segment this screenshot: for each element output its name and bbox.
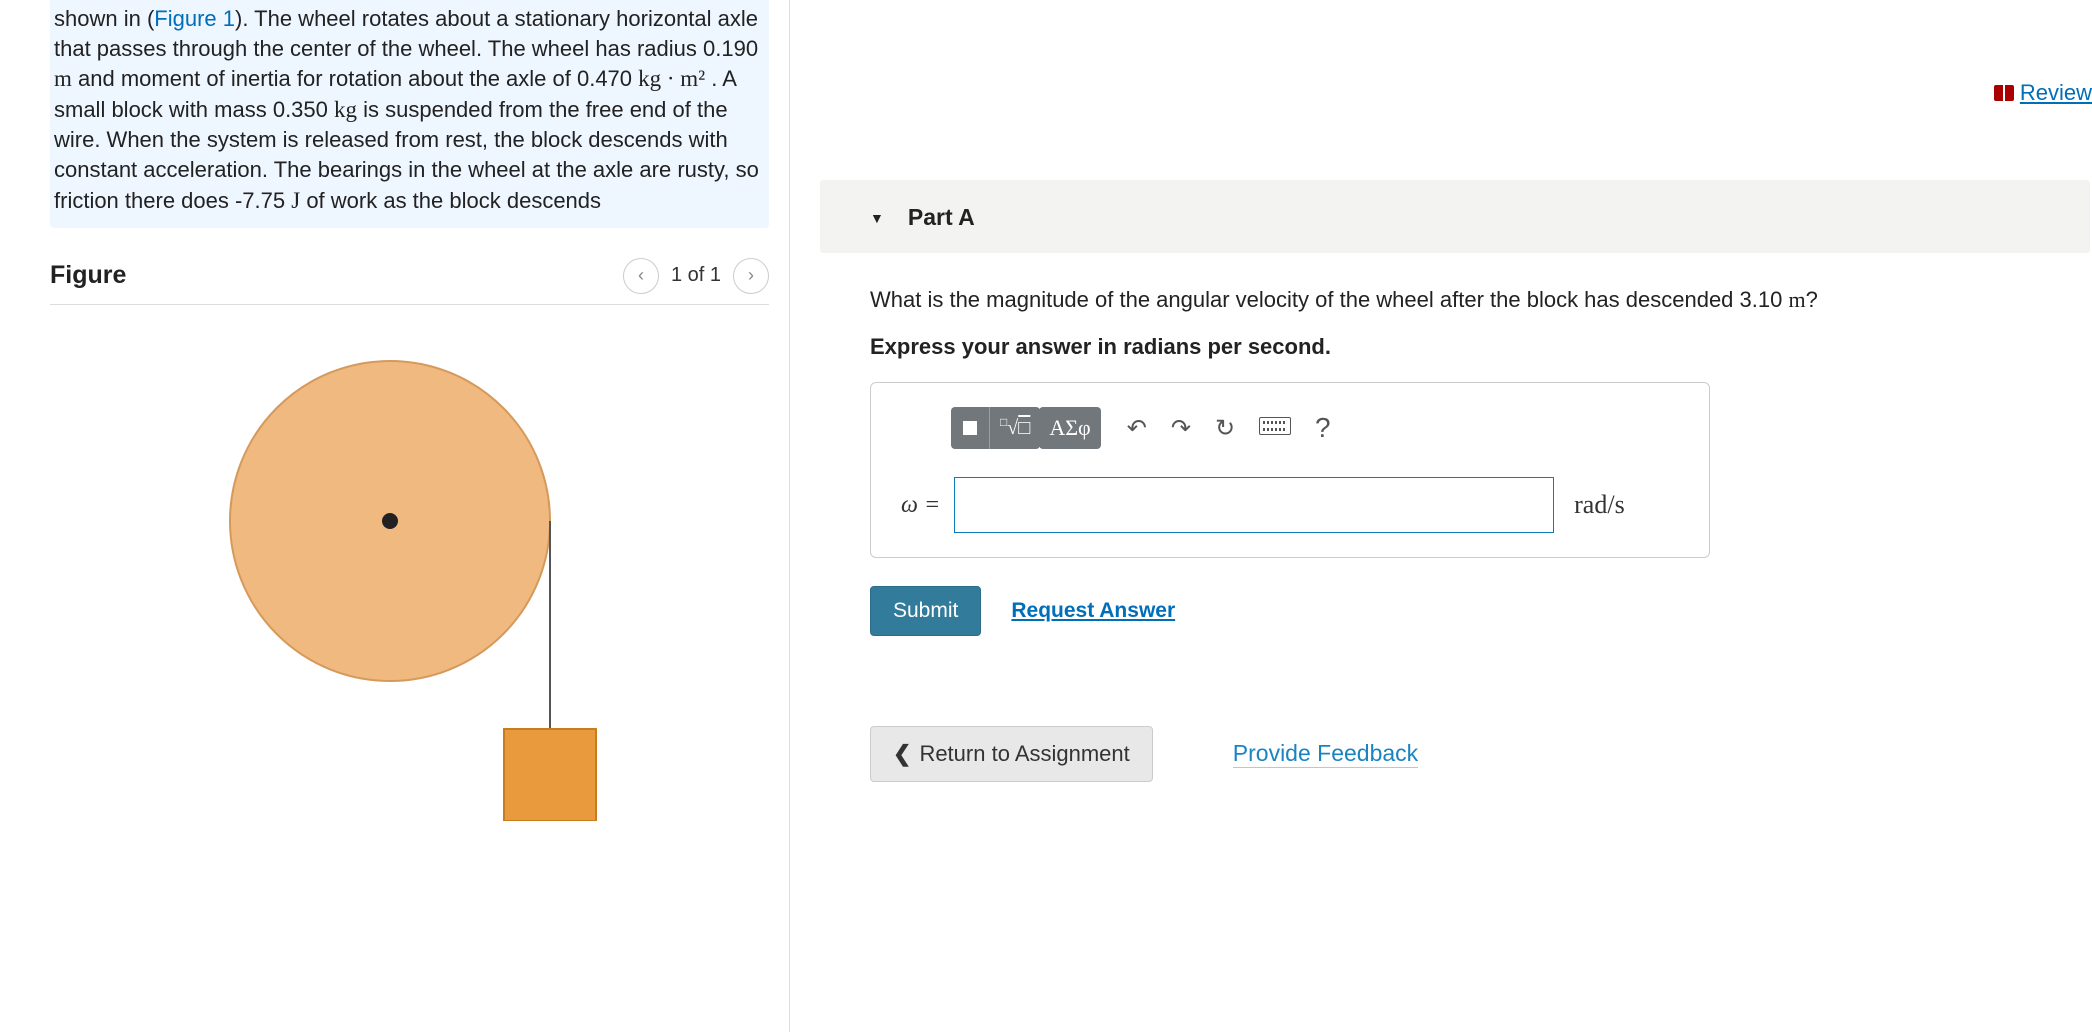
figure-header: Figure ‹ 1 of 1 ›: [50, 228, 769, 305]
keyboard-icon[interactable]: [1259, 414, 1291, 442]
chevron-down-icon: ▼: [870, 210, 884, 226]
part-title: Part A: [908, 204, 975, 231]
part-body: What is the magnitude of the angular vel…: [820, 253, 2090, 782]
help-icon[interactable]: ?: [1315, 412, 1331, 444]
return-label: Return to Assignment: [919, 741, 1129, 767]
answer-row: ω = rad/s: [901, 477, 1679, 533]
left-panel: shown in (Figure 1). The wheel rotates a…: [0, 0, 790, 1032]
part-header[interactable]: ▼ Part A: [820, 180, 2090, 253]
return-to-assignment-button[interactable]: ❮ Return to Assignment: [870, 726, 1153, 782]
review-label: Review: [2020, 80, 2092, 106]
reset-icon[interactable]: ↻: [1215, 414, 1235, 443]
book-icon: [1994, 85, 2014, 101]
figure-next-button[interactable]: ›: [733, 258, 769, 294]
part-a: ▼ Part A What is the magnitude of the an…: [820, 180, 2090, 782]
problem-intro: shown in (Figure 1). The wheel rotates a…: [50, 0, 769, 228]
template-box-button[interactable]: [951, 407, 990, 449]
chevron-left-icon: ❮: [893, 741, 911, 767]
question-text: What is the magnitude of the angular vel…: [870, 283, 2060, 316]
toolbar-greek-group: ΑΣφ: [1039, 407, 1100, 449]
wheel-figure: [200, 341, 620, 821]
answer-toolbar: □√□ ΑΣφ ↶ ↷ ↻ ?: [951, 407, 1679, 449]
figure-prev-button[interactable]: ‹: [623, 258, 659, 294]
answer-input[interactable]: [954, 477, 1554, 533]
answer-box: □√□ ΑΣφ ↶ ↷ ↻ ? ω =: [870, 382, 1710, 558]
request-answer-link[interactable]: Request Answer: [1011, 599, 1175, 623]
chevron-right-icon: ›: [748, 265, 754, 286]
chevron-left-icon: ‹: [638, 265, 644, 286]
review-link[interactable]: Review: [1994, 80, 2092, 106]
answer-unit: rad/s: [1574, 490, 1625, 520]
undo-icon[interactable]: ↶: [1127, 414, 1147, 443]
redo-icon[interactable]: ↷: [1171, 414, 1191, 443]
figure-heading: Figure: [50, 261, 623, 290]
provide-feedback-link[interactable]: Provide Feedback: [1233, 740, 1418, 768]
template-root-button[interactable]: □√□: [990, 407, 1040, 449]
submit-button[interactable]: Submit: [870, 586, 981, 636]
answer-instruction: Express your answer in radians per secon…: [870, 334, 2060, 360]
toolbar-templates-group: □√□: [951, 407, 1040, 449]
greek-letters-button[interactable]: ΑΣφ: [1039, 407, 1100, 449]
toolbar-icons: ↶ ↷ ↻ ?: [1127, 412, 1331, 444]
answer-variable: ω =: [901, 492, 940, 519]
answer-actions: Submit Request Answer: [870, 586, 2060, 636]
bottom-links: ❮ Return to Assignment Provide Feedback: [870, 726, 2060, 782]
figure-canvas: [50, 305, 769, 827]
right-panel: Review ▼ Part A What is the magnitude of…: [790, 0, 2092, 1032]
figure-counter: 1 of 1: [671, 264, 721, 287]
